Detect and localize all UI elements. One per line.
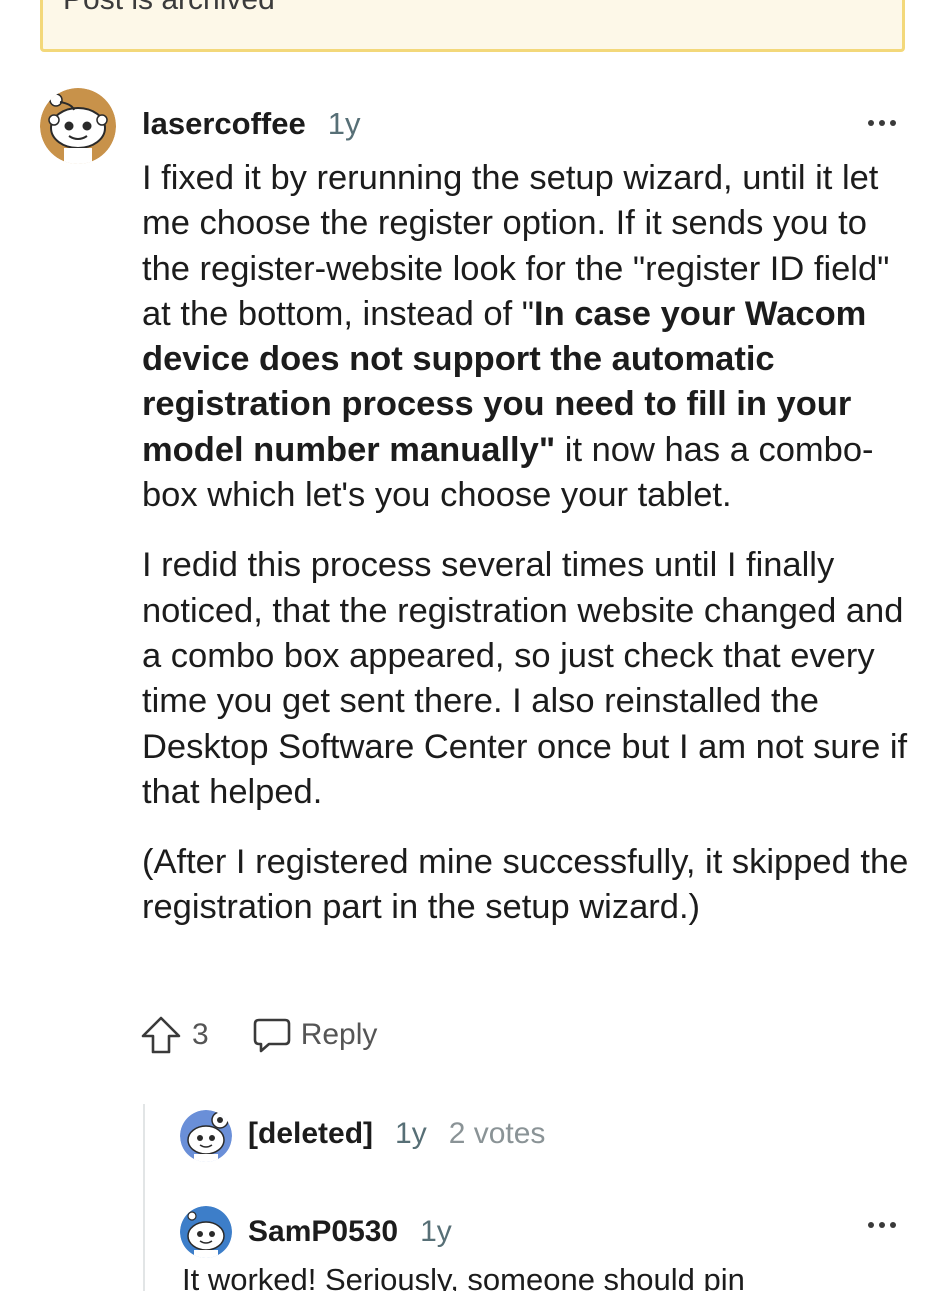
more-options-button[interactable] [868, 120, 896, 126]
comment-age: 1y [327, 106, 361, 141]
more-options-button[interactable] [868, 1222, 896, 1228]
reply-body: It worked! Seriously, someone should pin [182, 1262, 745, 1291]
reply-label: Reply [300, 1018, 378, 1051]
upvote-button[interactable]: 3 [140, 1014, 209, 1056]
upvote-arrow-icon [141, 1016, 181, 1054]
reply-votes: 2 votes [448, 1117, 546, 1150]
comment-username[interactable]: lasercoffee [142, 106, 306, 142]
snoo-avatar-icon [40, 88, 116, 164]
thread-line[interactable] [143, 1104, 145, 1291]
reply-age: 1y [395, 1117, 427, 1150]
reply-bubble-icon [253, 1018, 290, 1053]
reply-header: [deleted] 1y 2 votes [248, 1117, 545, 1151]
snoo-avatar-icon [180, 1110, 232, 1162]
reply-username[interactable]: [deleted] [248, 1117, 373, 1151]
archived-banner-text: Post is archived [63, 0, 275, 17]
reply-username[interactable]: SamP0530 [248, 1215, 398, 1249]
comment-action-bar: 3 Reply [140, 1012, 377, 1058]
comment-paragraph: I redid this process several times until… [142, 546, 908, 811]
archived-banner: Post is archived [40, 0, 905, 52]
avatar[interactable] [180, 1206, 232, 1258]
vote-count: 3 [192, 1018, 209, 1051]
comment-body: I fixed it by rerunning the setup wizard… [142, 156, 914, 956]
reply-header: SamP0530 1y [248, 1215, 452, 1249]
more-horizontal-icon [868, 1222, 874, 1228]
comment-header: lasercoffee 1y [142, 106, 360, 142]
avatar [180, 1110, 232, 1162]
comment-paragraph: I fixed it by rerunning the setup wizard… [142, 159, 890, 515]
avatar[interactable] [40, 88, 116, 164]
comment-paragraph: (After I registered mine successfully, i… [142, 843, 909, 927]
reply-age: 1y [420, 1215, 452, 1248]
more-horizontal-icon [868, 120, 874, 126]
snoo-avatar-icon [180, 1206, 232, 1258]
reply-button[interactable]: Reply [251, 1014, 378, 1056]
